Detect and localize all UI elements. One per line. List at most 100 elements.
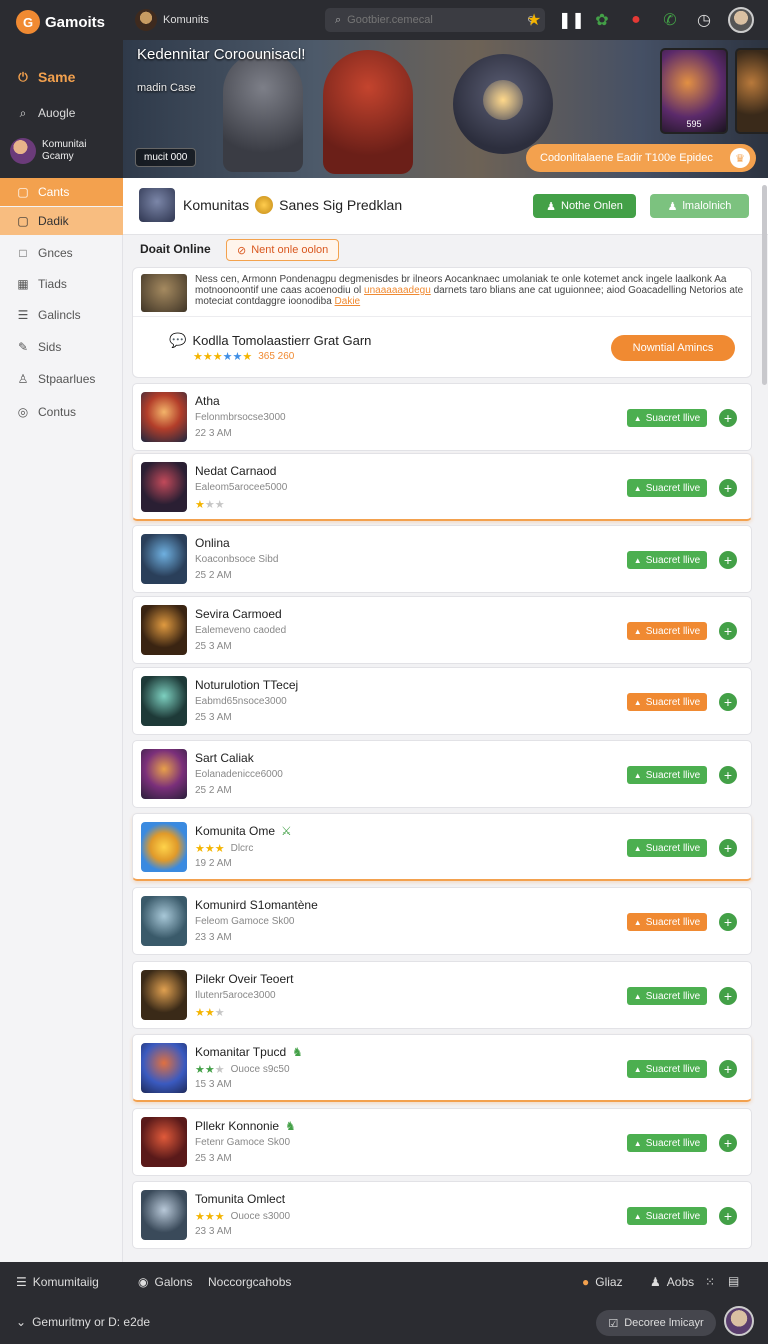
list-item-title[interactable]: Tomunita Omlect (195, 1192, 285, 1206)
sidebar-item-dadik[interactable]: ▢ Dadik (0, 207, 123, 235)
search-bar[interactable]: ⌕ ⚲ (325, 8, 545, 32)
sidebar-item-contus[interactable]: ◎ Contus (0, 398, 123, 426)
sidebar-item-cants[interactable]: ▢ Cants (0, 178, 123, 206)
list-item[interactable]: Noturulotion TTecej Eabmd65nsoce3000 25 3 … (132, 667, 752, 735)
status-badge[interactable]: ▲ Suacret llive (627, 409, 707, 427)
phone-icon[interactable]: ✆ (660, 10, 680, 30)
scrollbar[interactable] (762, 185, 767, 385)
game-thumbnail (141, 896, 187, 946)
bottom-item-noccorg[interactable]: Noccorgcahobs (208, 1275, 291, 1289)
status-badge[interactable]: ▲ Suacret llive (627, 913, 707, 931)
search-input[interactable] (347, 14, 521, 26)
add-icon[interactable]: + (719, 479, 737, 497)
sidebar-profile[interactable]: Komunitai Gcamy (10, 138, 86, 164)
add-icon[interactable]: + (719, 839, 737, 857)
topbar-user[interactable]: Komunits (135, 9, 209, 31)
status-badge[interactable]: ▲ Suacret llive (627, 551, 707, 569)
user-avatar[interactable] (724, 1306, 754, 1336)
card-icon: ▢ (17, 185, 29, 199)
add-icon[interactable]: + (719, 693, 737, 711)
list-item-title[interactable]: Pilekr Oveir Teoert (195, 972, 293, 986)
status-badge[interactable]: ▲ Suacret llive (627, 987, 707, 1005)
add-icon[interactable]: + (719, 766, 737, 784)
grid-icon[interactable]: ⁙ (705, 1275, 715, 1289)
list-item[interactable]: Nedat Carnaod Ealeom5arocee5000 ★★★ ▲ Suacre… (132, 453, 752, 521)
list-item[interactable]: Pilekr Oveir Teoert Ilutenr5aroce3000 ★★★ ▲… (132, 961, 752, 1029)
sidebar-item-stpaarlues[interactable]: ♙ Stpaarlues (0, 365, 123, 393)
hero-thumbnail[interactable]: 595 (660, 48, 728, 134)
hero-title: Kedennitar Coroounisacl! (137, 46, 306, 63)
warning-icon: ▲ (633, 917, 642, 927)
star-icon[interactable]: ★ (524, 10, 544, 30)
list-item[interactable]: Atha Felonmbrsocse3000 22 3 AM ▲ Suacret lli… (132, 383, 752, 451)
secondary-button[interactable]: ♟ lmalolnich (650, 194, 749, 218)
stars: ★★★ (195, 1064, 225, 1076)
add-icon[interactable]: + (719, 987, 737, 1005)
list-item[interactable]: Komunird S1omantène Feleom Gamoce Sk00 23 … (132, 887, 752, 955)
list-item[interactable]: Sevira Carmoed Ealemeveno caoded 25 3 AM ▲ S… (132, 596, 752, 664)
status-badge[interactable]: ▲ Suacret llive (627, 1134, 707, 1152)
sidebar-item-sids[interactable]: ✎ Sids (0, 333, 123, 361)
add-icon[interactable]: + (719, 409, 737, 427)
list-item[interactable]: Komunita Ome ⚔ ★★★ Dlcrc 19 2 AM ▲ Suacret lli… (132, 813, 752, 881)
square-outline-icon: □ (19, 246, 27, 260)
bottom-item-gliaz[interactable]: ● Gliaz (582, 1275, 623, 1289)
bottom-item-aobs[interactable]: ♟ Aobs (650, 1275, 694, 1289)
status-badge[interactable]: ▲ Suacret llive (627, 622, 707, 640)
top-bar: Komunits ⌕ ⚲ ★ ❚❚ ✿ ● ✆ ◷ (123, 0, 768, 40)
list-item[interactable]: Pllekr Konnonie ♞ Fetenr Gamoce Sk00 25 3 A… (132, 1108, 752, 1176)
status-badge[interactable]: ▲ Suacret llive (627, 766, 707, 784)
pause-icon[interactable]: ❚❚ (558, 10, 585, 30)
status-badge[interactable]: ▲ Suacret llive (627, 693, 707, 711)
add-icon[interactable]: + (719, 1134, 737, 1152)
list-item-title[interactable]: Sevira Carmoed (195, 607, 282, 621)
add-icon[interactable]: + (719, 913, 737, 931)
app-logo[interactable]: G Gamoits (16, 10, 105, 34)
warning-chip[interactable]: ⊘ Nent onle oolon (226, 239, 340, 261)
controller-icon[interactable]: ✿ (592, 10, 612, 30)
status-badge[interactable]: ▲ Suacret llive (627, 839, 707, 857)
clock-icon[interactable]: ◷ (694, 10, 714, 30)
calendar-icon[interactable]: ▤ (728, 1274, 739, 1288)
hero-chip[interactable]: mucit 000 (135, 148, 197, 167)
bottom-item-community[interactable]: ☰ Komumitaiig (16, 1275, 99, 1289)
list-item-title[interactable]: Sart Caliak (195, 751, 254, 765)
list-item-title[interactable]: Pllekr Konnonie ♞ (195, 1119, 296, 1133)
sidebar-item-same[interactable]: ⏻ Same (0, 63, 123, 91)
status-badge[interactable]: ▲ Suacret llive (627, 1060, 707, 1078)
hero-thumbnail-2[interactable] (735, 48, 768, 134)
list-item-title[interactable]: Atha (195, 394, 220, 408)
list-item[interactable]: Tomunita Omlect ★★★ Ouoce s3000 23 3 AM ▲ Sua… (132, 1181, 752, 1249)
list-item[interactable]: Komanitar Tpucd ♞ ★★★ Ouoce s9c50 15 3 AM ▲ Su… (132, 1034, 752, 1102)
list-item-title[interactable]: Onlina (195, 536, 230, 550)
notification-icon[interactable]: ● (626, 11, 646, 29)
status-badge[interactable]: ▲ Suacret llive (627, 1207, 707, 1225)
add-icon[interactable]: + (719, 551, 737, 569)
sidebar-item-galincls[interactable]: ☰ Galincls (0, 301, 123, 329)
sidebar-item-tiads[interactable]: ▦ Tiads (0, 270, 123, 298)
list-item-title[interactable]: Noturulotion TTecej (195, 678, 298, 692)
featured-link[interactable]: unaaaaaadegu (364, 285, 431, 296)
featured-link-2[interactable]: Dakie (335, 296, 361, 307)
list-item-title[interactable]: Nedat Carnaod (195, 464, 276, 478)
list-item-title[interactable]: Komunird S1omantène (195, 898, 318, 912)
status-label: Suacret llive (645, 696, 701, 708)
list-item[interactable]: Onlina Koaconbsoce Sibd 25 2 AM ▲ Suacret ll… (132, 525, 752, 593)
sidebar-item-auogle[interactable]: ⌕ Auogle (0, 99, 123, 127)
bottom-pill-button[interactable]: ☑ Decoree lmicayr (596, 1310, 716, 1336)
bottom-item-galons[interactable]: ◉ Galons (138, 1275, 193, 1289)
primary-button[interactable]: ♟ Nothe Onlen (533, 194, 636, 218)
add-icon[interactable]: + (719, 1207, 737, 1225)
hero-cta-button[interactable]: Codonlitalaene Eadir T100e Epidec ♛ (526, 144, 756, 172)
sidebar-item-gnces[interactable]: □ Gnces (0, 239, 123, 267)
user-avatar[interactable] (728, 7, 754, 33)
list-item[interactable]: Sart Caliak Eolanadenicce6000 25 2 AM ▲ Suac… (132, 740, 752, 808)
featured-action-button[interactable]: Nowntial Amincs (611, 335, 735, 361)
hero-banner[interactable]: Kedennitar Coroounisacl! madin Case muci… (123, 40, 768, 178)
list-item-title[interactable]: Komanitar Tpucd ♞ (195, 1045, 303, 1059)
list-item-title[interactable]: Komunita Ome ⚔ (195, 824, 292, 838)
add-icon[interactable]: + (719, 622, 737, 640)
add-icon[interactable]: + (719, 1060, 737, 1078)
bottom-footer[interactable]: ⌄ Gemuritmy or D: e2de (16, 1315, 150, 1329)
status-badge[interactable]: ▲ Suacret llive (627, 479, 707, 497)
